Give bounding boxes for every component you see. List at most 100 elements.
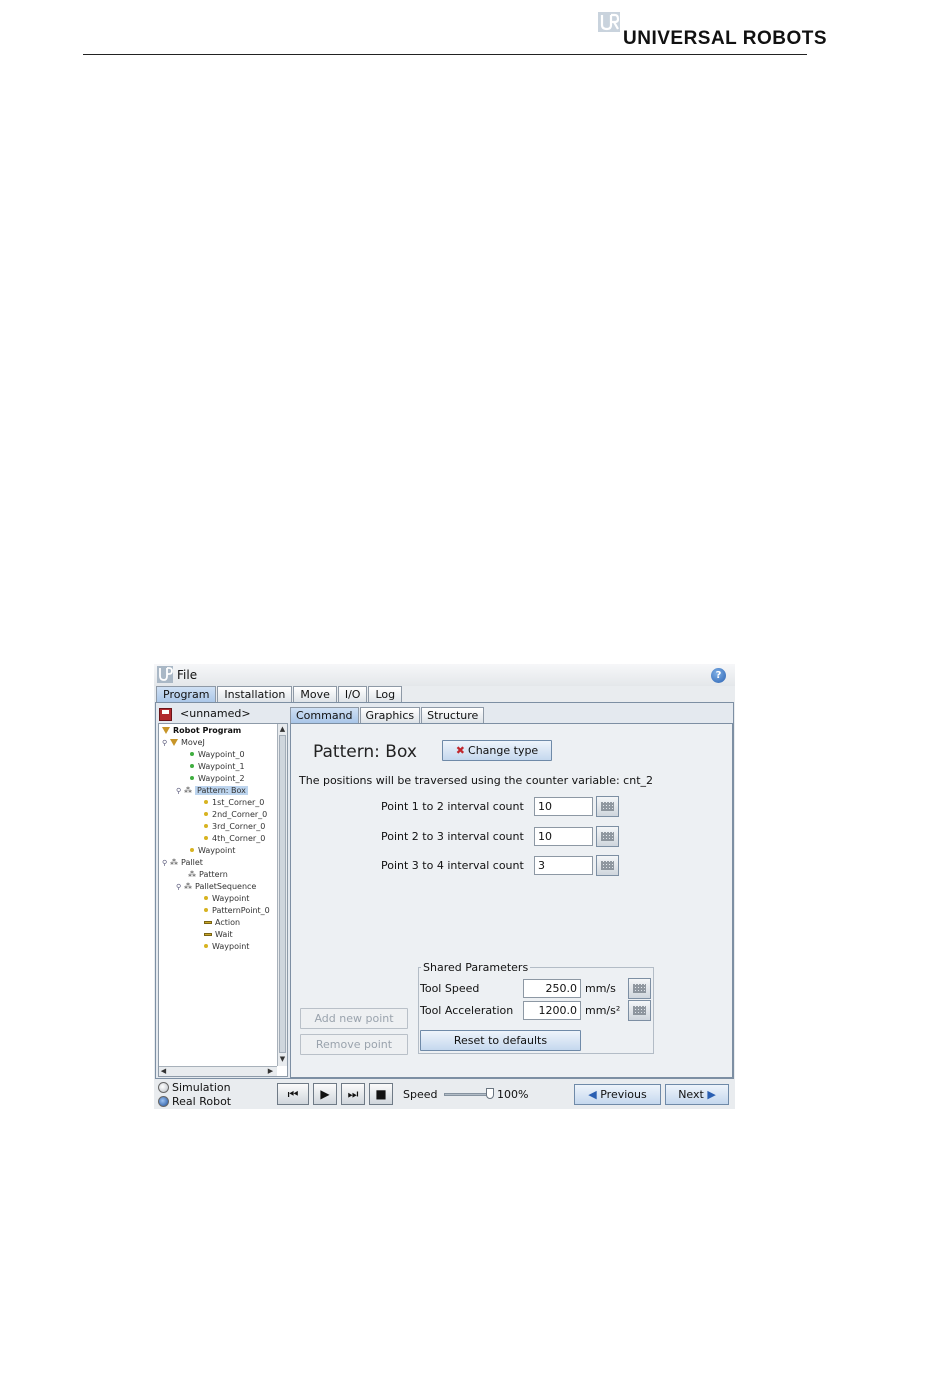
change-type-button[interactable]: ✖ Change type (442, 740, 552, 761)
radio-selected-icon[interactable] (158, 1096, 169, 1107)
bar-icon (204, 921, 212, 924)
real-robot-option[interactable]: Real Robot (158, 1095, 231, 1108)
keypad-icon[interactable] (596, 826, 619, 847)
polyscope-window: File ? Program Installation Move I/O Log… (154, 664, 735, 1109)
tool-speed-input[interactable]: 250.0 (523, 979, 581, 998)
yellow-dot-icon (190, 848, 194, 852)
keypad-icon[interactable] (596, 796, 619, 817)
counter-description: The positions will be traversed using th… (299, 774, 654, 787)
interval-2-input[interactable]: 10 (534, 827, 593, 846)
pattern-icon: ⁂ (188, 870, 196, 879)
speed-label: Speed (403, 1088, 438, 1101)
tree-item-pattern-box[interactable]: ⚲ ⁂ Pattern: Box (176, 786, 248, 796)
previous-button[interactable]: ◀ Previous (574, 1084, 661, 1105)
tree-item-waypoint[interactable]: Waypoint (190, 846, 235, 856)
tree-item-pallet-sequence[interactable]: ⚲ ⁂ PalletSequence (176, 882, 256, 892)
yellow-dot-icon (204, 824, 208, 828)
command-panel: Pattern: Box ✖ Change type The positions … (290, 723, 733, 1078)
tree-item-1st-corner[interactable]: 1st_Corner_0 (204, 798, 264, 808)
scroll-right-icon[interactable]: ▶ (266, 1066, 275, 1076)
tab-structure[interactable]: Structure (421, 707, 485, 723)
yellow-dot-icon (204, 896, 208, 900)
tree-vertical-scrollbar[interactable]: ▲ ▼ (277, 724, 287, 1066)
program-file-row: <unnamed> (158, 706, 286, 722)
tab-log[interactable]: Log (368, 686, 403, 703)
scroll-up-icon[interactable]: ▲ (278, 724, 287, 734)
scroll-left-icon[interactable]: ◀ (159, 1066, 168, 1076)
tree-item-4th-corner[interactable]: 4th_Corner_0 (204, 834, 265, 844)
stop-button[interactable]: ■ (369, 1083, 393, 1105)
pattern-icon: ⁂ (184, 882, 192, 891)
tree-item-waypoint-2[interactable]: Waypoint_2 (190, 774, 245, 784)
scroll-thumb[interactable] (279, 735, 286, 1053)
shared-parameters-title: Shared Parameters (421, 961, 531, 974)
tool-acceleration-label: Tool Acceleration (420, 1004, 514, 1017)
close-icon: ✖ (455, 744, 466, 757)
tab-command[interactable]: Command (290, 707, 359, 723)
tab-graphics[interactable]: Graphics (359, 707, 421, 723)
interval-1-label: Point 1 to 2 interval count (381, 800, 524, 813)
pattern-icon: ⁂ (170, 858, 178, 867)
interval-3-label: Point 3 to 4 interval count (381, 859, 524, 872)
triangle-icon (170, 739, 178, 746)
tree-horizontal-scrollbar[interactable]: ◀ ▶ (159, 1066, 277, 1076)
simulation-option[interactable]: Simulation (158, 1081, 231, 1094)
speed-slider-thumb[interactable] (486, 1088, 494, 1099)
next-button[interactable]: Next ▶ (665, 1084, 729, 1105)
pattern-icon: ⁂ (184, 786, 192, 795)
program-panel: <unnamed> Robot Program ⚲ MoveJ Waypoint_… (155, 702, 734, 1079)
tree-item-waypoint-0[interactable]: Waypoint_0 (190, 750, 245, 760)
expander-icon[interactable]: ⚲ (162, 858, 168, 868)
tree-item-2nd-corner[interactable]: 2nd_Corner_0 (204, 810, 267, 820)
keypad-icon[interactable] (628, 978, 651, 999)
node-title: Pattern: Box (313, 742, 417, 762)
interval-3-input[interactable]: 3 (534, 856, 593, 875)
tree-item-wait[interactable]: Wait (204, 930, 233, 940)
tab-io[interactable]: I/O (337, 686, 368, 703)
tab-program[interactable]: Program (156, 686, 217, 703)
tool-speed-label: Tool Speed (420, 982, 480, 995)
arrow-left-icon: ◀ (588, 1088, 597, 1101)
tree-item-pallet[interactable]: ⚲ ⁂ Pallet (162, 858, 203, 868)
green-dot-icon (190, 752, 194, 756)
green-dot-icon (190, 764, 194, 768)
yellow-dot-icon (204, 944, 208, 948)
yellow-dot-icon (204, 800, 208, 804)
help-icon[interactable]: ? (711, 668, 726, 683)
tool-acceleration-unit: mm/s² (585, 1004, 621, 1017)
ur-logo (598, 12, 620, 32)
file-menu[interactable]: File (177, 668, 197, 682)
radio-icon[interactable] (158, 1082, 169, 1093)
step-button[interactable]: ⏭ (341, 1083, 365, 1105)
reset-to-defaults-button[interactable]: Reset to defaults (420, 1030, 581, 1051)
keypad-icon[interactable] (596, 855, 619, 876)
keypad-icon[interactable] (628, 1000, 651, 1021)
save-icon[interactable] (159, 708, 172, 721)
tool-acceleration-input[interactable]: 1200.0 (523, 1001, 581, 1020)
tree-item-robot-program[interactable]: Robot Program (162, 726, 241, 736)
tree-item-pattern[interactable]: ⁂ Pattern (188, 870, 228, 880)
interval-1-input[interactable]: 10 (534, 797, 593, 816)
header-rule (83, 54, 807, 55)
tree-item-pallet-waypoint-2[interactable]: Waypoint (204, 942, 249, 952)
tree-item-pattern-point[interactable]: PatternPoint_0 (204, 906, 270, 916)
add-new-point-button[interactable]: Add new point (300, 1008, 408, 1029)
tree-item-action[interactable]: Action (204, 918, 240, 928)
interval-2-label: Point 2 to 3 interval count (381, 830, 524, 843)
tree-item-waypoint-1[interactable]: Waypoint_1 (190, 762, 245, 772)
tree-item-pallet-waypoint-1[interactable]: Waypoint (204, 894, 249, 904)
expander-icon[interactable]: ⚲ (176, 882, 182, 892)
yellow-dot-icon (204, 812, 208, 816)
tab-installation[interactable]: Installation (217, 686, 293, 703)
sub-tabs: Command Graphics Structure (290, 707, 485, 723)
speed-slider[interactable] (444, 1093, 489, 1096)
scroll-down-icon[interactable]: ▼ (278, 1054, 287, 1064)
tree-item-3rd-corner[interactable]: 3rd_Corner_0 (204, 822, 265, 832)
tab-move[interactable]: Move (293, 686, 337, 703)
play-button[interactable]: ▶ (313, 1083, 337, 1105)
remove-point-button[interactable]: Remove point (300, 1034, 408, 1055)
rewind-button[interactable]: ⏮ (277, 1083, 309, 1105)
expander-icon[interactable]: ⚲ (162, 738, 168, 748)
tree-item-movej[interactable]: ⚲ MoveJ (162, 738, 205, 748)
expander-icon[interactable]: ⚲ (176, 786, 182, 796)
